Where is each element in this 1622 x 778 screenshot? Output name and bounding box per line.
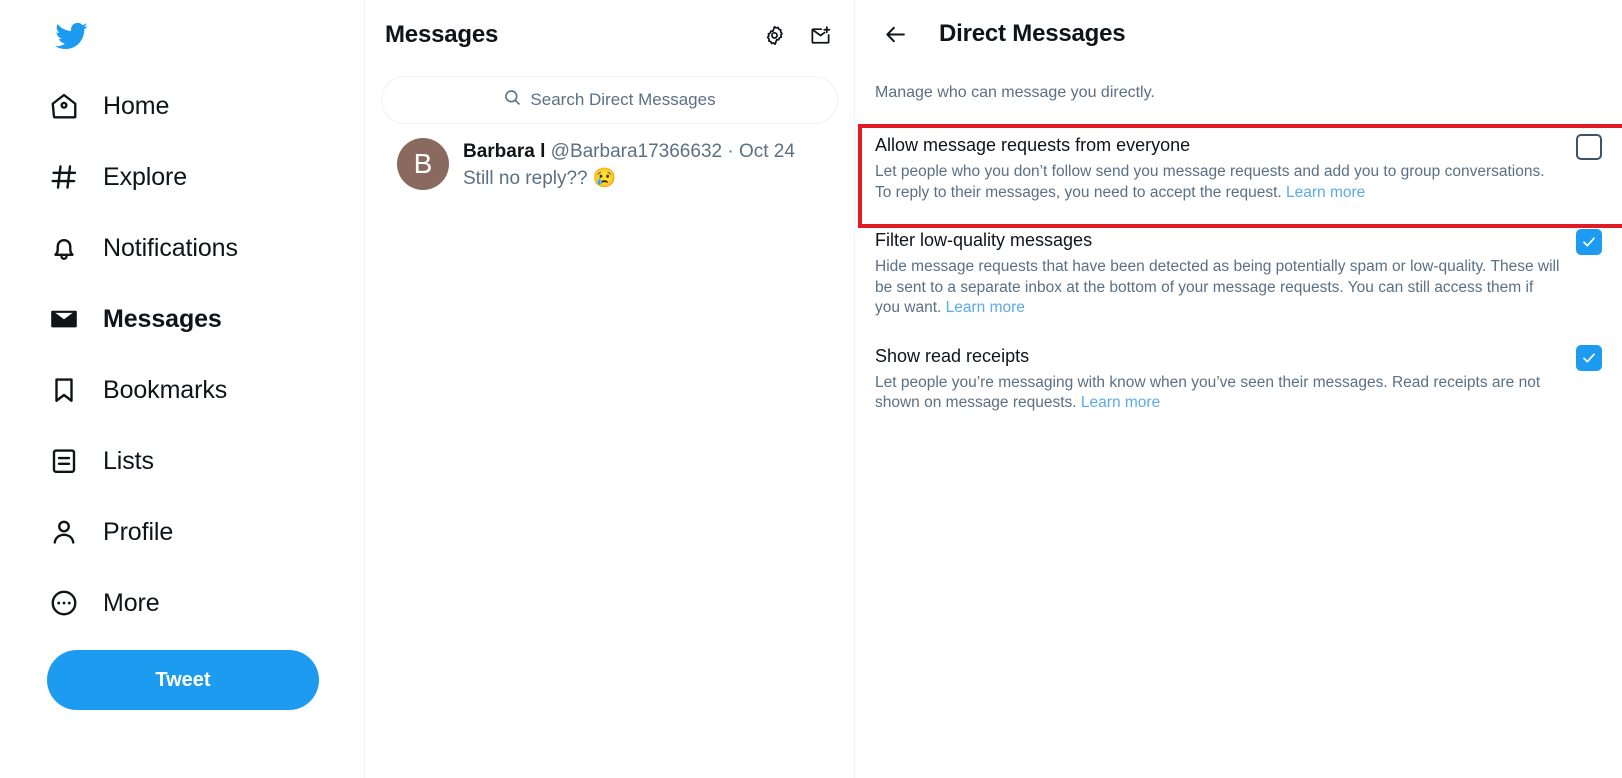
search-icon	[503, 88, 522, 112]
search-wrap: Search Direct Messages	[365, 70, 854, 124]
conversation-preview: Still no reply?? 😢	[463, 168, 617, 189]
twitter-app-window: Home Explore Notifications Messages Book…	[0, 0, 1622, 778]
conversation-handle: @Barbara17366632	[550, 141, 723, 162]
messages-header: Messages	[365, 0, 854, 70]
messages-header-actions	[756, 17, 838, 53]
primary-sidebar: Home Explore Notifications Messages Book…	[0, 0, 365, 778]
sidebar-item-label: Lists	[103, 446, 154, 475]
checkbox-allow-message-requests[interactable]	[1576, 134, 1602, 160]
sidebar-item-label: Notifications	[103, 233, 238, 262]
hashtag-icon	[47, 160, 81, 194]
search-input[interactable]: Search Direct Messages	[381, 76, 838, 124]
conversation-list-item[interactable]: B Barbara l @Barbara17366632 · Oct 24 St…	[365, 124, 854, 204]
setting-label: Filter low-quality messages	[875, 230, 1093, 250]
bookmark-icon	[47, 373, 81, 407]
bell-icon	[47, 231, 81, 265]
gear-icon[interactable]	[756, 17, 792, 53]
twitter-bird-logo[interactable]	[47, 10, 99, 62]
setting-texts: Allow message requests from everyone Let…	[875, 132, 1560, 203]
sidebar-item-label: Bookmarks	[103, 375, 228, 404]
sidebar-item-profile[interactable]: Profile	[47, 496, 364, 567]
conversation-date: Oct 24	[738, 141, 795, 162]
tweet-button[interactable]: Tweet	[47, 650, 319, 710]
settings-header: Direct Messages	[855, 0, 1622, 68]
setting-texts: Filter low-quality messages Hide message…	[875, 227, 1560, 319]
sidebar-item-label: Profile	[103, 517, 174, 546]
setting-description: Hide message requests that have been det…	[875, 257, 1560, 319]
setting-label: Allow message requests from everyone	[875, 135, 1191, 155]
messages-column: Messages Search Direct Messages B Barbar…	[365, 0, 855, 778]
sidebar-item-home[interactable]: Home	[47, 70, 364, 141]
learn-more-link[interactable]: Learn more	[1286, 184, 1365, 201]
setting-texts: Show read receipts Let people you’re mes…	[875, 343, 1560, 414]
checkbox-filter-low-quality[interactable]	[1576, 229, 1602, 255]
conversation-body: Barbara l @Barbara17366632 · Oct 24 Stil…	[463, 138, 795, 192]
sidebar-item-explore[interactable]: Explore	[47, 141, 364, 212]
more-circle-icon	[47, 586, 81, 620]
setting-description: Let people you’re messaging with know wh…	[875, 373, 1560, 414]
conversation-separator: ·	[727, 141, 734, 162]
list-icon	[47, 444, 81, 478]
settings-subtitle: Manage who can message you directly.	[875, 84, 1155, 101]
new-message-icon[interactable]	[802, 17, 838, 53]
back-arrow-icon[interactable]	[875, 14, 915, 54]
setting-description-text: Let people who you don’t follow send you…	[875, 163, 1545, 201]
learn-more-link[interactable]: Learn more	[946, 299, 1025, 316]
setting-description-text: Let people you’re messaging with know wh…	[875, 373, 1541, 412]
setting-row-filter-low-quality[interactable]: Filter low-quality messages Hide message…	[855, 217, 1622, 333]
settings-list: Allow message requests from everyone Let…	[855, 104, 1622, 428]
envelope-icon	[47, 302, 81, 336]
settings-title: Direct Messages	[939, 20, 1126, 47]
sidebar-item-messages[interactable]: Messages	[47, 283, 364, 354]
setting-label: Show read receipts	[875, 345, 1030, 366]
sidebar-item-label: Explore	[103, 162, 188, 191]
learn-more-link[interactable]: Learn more	[1081, 394, 1160, 411]
sidebar-item-more[interactable]: More	[47, 567, 364, 638]
home-icon	[47, 89, 81, 123]
page-title: Messages	[385, 21, 499, 48]
sidebar-item-notifications[interactable]: Notifications	[47, 212, 364, 283]
setting-row-allow-message-requests[interactable]: Allow message requests from everyone Let…	[855, 122, 1622, 217]
checkbox-show-read-receipts[interactable]	[1576, 344, 1602, 371]
conversation-meta: Barbara l @Barbara17366632 · Oct 24	[463, 140, 795, 164]
avatar: B	[397, 138, 449, 190]
sidebar-item-label: Home	[103, 91, 170, 120]
person-icon	[47, 515, 81, 549]
sidebar-item-label: More	[103, 588, 160, 617]
setting-description: Let people who you don’t follow send you…	[875, 162, 1560, 203]
sidebar-item-bookmarks[interactable]: Bookmarks	[47, 354, 364, 425]
setting-row-show-read-receipts[interactable]: Show read receipts Let people you’re mes…	[855, 333, 1622, 428]
direct-messages-settings-panel: Direct Messages Manage who can message y…	[855, 0, 1622, 778]
sidebar-item-lists[interactable]: Lists	[47, 425, 364, 496]
search-placeholder: Search Direct Messages	[530, 90, 716, 109]
conversation-name: Barbara l	[463, 141, 546, 162]
sidebar-item-label: Messages	[103, 304, 222, 333]
